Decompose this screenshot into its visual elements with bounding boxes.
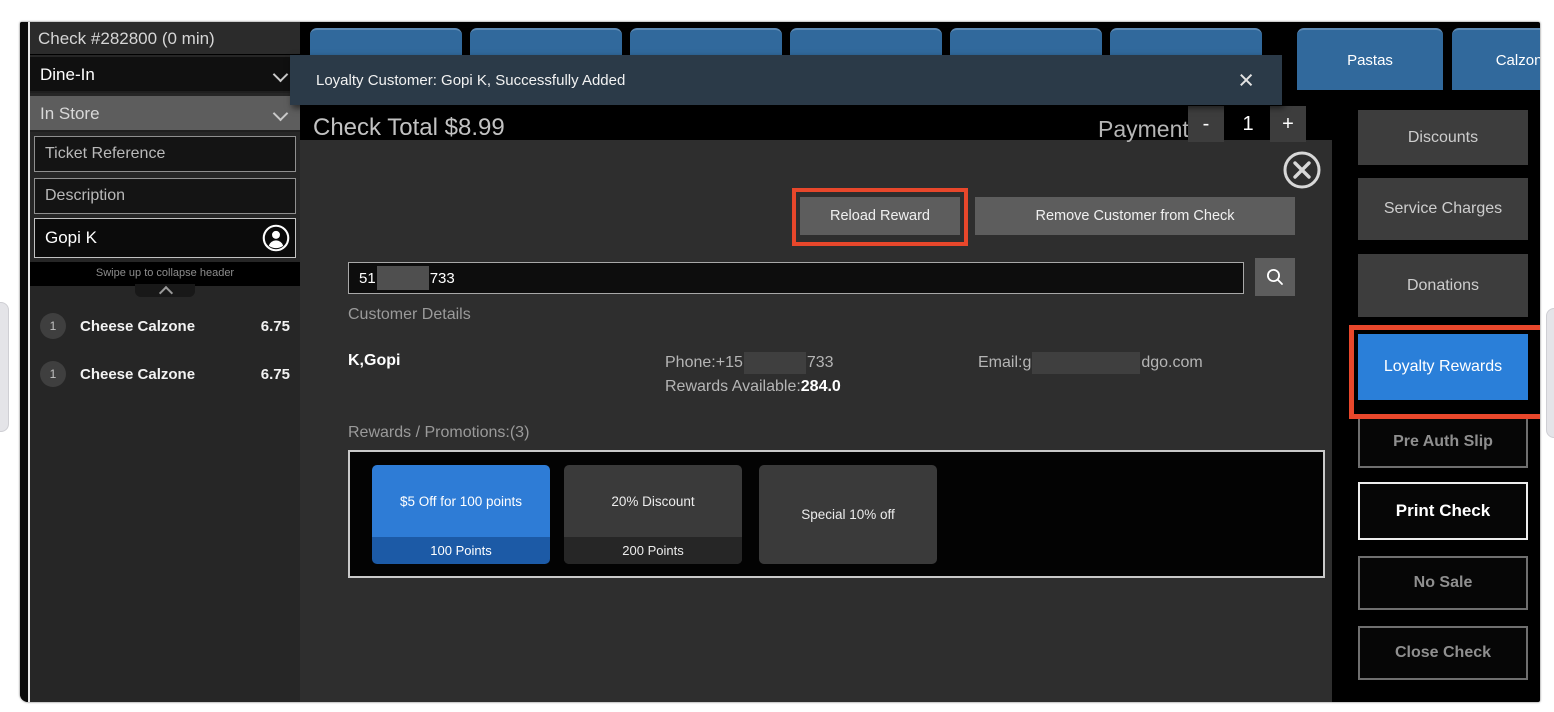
- search-button[interactable]: [1255, 258, 1295, 296]
- customer-phone: Phone:+15733: [665, 352, 834, 374]
- discounts-button[interactable]: Discounts: [1358, 110, 1528, 165]
- redaction: [377, 266, 429, 290]
- search-icon: [1265, 267, 1285, 287]
- order-item-list: 1 Cheese Calzone 6.751 Cheese Calzone 6.…: [30, 302, 300, 398]
- person-icon[interactable]: [262, 224, 290, 252]
- quantity-badge: 1: [40, 361, 66, 387]
- pre-auth-slip-button[interactable]: Pre Auth Slip: [1358, 416, 1528, 468]
- item-price: 6.75: [261, 366, 300, 383]
- check-number-header: Check #282800 (0 min): [30, 22, 300, 55]
- payments-minus-button[interactable]: -: [1188, 106, 1224, 142]
- check-total-amount: $8.99: [445, 114, 505, 141]
- pos-app-window: PastasCalzones Check #282800 (0 min) Din…: [20, 22, 1540, 702]
- remove-customer-button[interactable]: Remove Customer from Check: [975, 197, 1295, 235]
- toast-close-icon[interactable]: ×: [1210, 67, 1282, 94]
- redaction: [1032, 352, 1140, 374]
- menu-tab-calzones[interactable]: Calzones: [1452, 28, 1540, 90]
- collapse-header-hint: Swipe up to collapse header: [30, 262, 300, 286]
- edge-artifact-right: [1546, 308, 1554, 438]
- collapse-header-handle[interactable]: [135, 284, 195, 297]
- print-check-button[interactable]: Print Check: [1358, 482, 1528, 540]
- ticket-reference-input[interactable]: Ticket Reference: [34, 136, 296, 172]
- reward-card[interactable]: $5 Off for 100 points100 Points: [372, 465, 550, 564]
- order-item-row[interactable]: 1 Cheese Calzone 6.75: [30, 302, 300, 350]
- edge-artifact-left: [0, 302, 9, 432]
- reward-title: 20% Discount: [564, 465, 742, 537]
- menu-tab-pastas[interactable]: Pastas: [1297, 28, 1443, 90]
- rewards-list: $5 Off for 100 points100 Points20% Disco…: [348, 450, 1325, 578]
- order-item-row[interactable]: 1 Cheese Calzone 6.75: [30, 350, 300, 398]
- donations-button[interactable]: Donations: [1358, 254, 1528, 317]
- reward-points: 100 Points: [372, 537, 550, 564]
- customer-input[interactable]: Gopi K: [34, 218, 296, 258]
- check-total: Check Total $8.99: [313, 114, 505, 142]
- chevron-up-icon: [159, 286, 173, 300]
- reward-title: $5 Off for 100 points: [372, 465, 550, 537]
- customer-search-input[interactable]: 51733: [348, 262, 1244, 294]
- promotions-label: Rewards / Promotions:(3): [348, 424, 529, 442]
- description-input[interactable]: Description: [34, 178, 296, 214]
- customer-email: Email:gdgo.com: [978, 352, 1203, 374]
- close-panel-icon[interactable]: [1280, 148, 1324, 192]
- item-name: Cheese Calzone: [80, 318, 261, 335]
- customer-name: K,Gopi: [348, 352, 400, 370]
- redaction: [744, 352, 806, 374]
- loyalty-rewards-button[interactable]: Loyalty Rewards: [1358, 334, 1528, 400]
- order-type-dropdown[interactable]: Dine-In: [30, 57, 300, 93]
- rewards-available: Rewards Available:284.0: [665, 378, 841, 396]
- reward-title: Special 10% off: [759, 465, 937, 564]
- chevron-down-icon: [273, 67, 289, 83]
- close-check-button[interactable]: Close Check: [1358, 626, 1528, 680]
- payments-plus-button[interactable]: +: [1270, 106, 1306, 142]
- channel-dropdown[interactable]: In Store: [30, 96, 300, 132]
- payments-label: Payments: [1098, 116, 1200, 143]
- window-left-edge: [20, 22, 30, 702]
- check-sidebar: Check #282800 (0 min) Dine-In In Store T…: [30, 22, 300, 702]
- reload-reward-button[interactable]: Reload Reward: [800, 197, 960, 235]
- quantity-badge: 1: [40, 313, 66, 339]
- customer-details-label: Customer Details: [348, 306, 471, 324]
- reward-points: 200 Points: [564, 537, 742, 564]
- chevron-down-icon: [273, 106, 289, 122]
- item-name: Cheese Calzone: [80, 366, 261, 383]
- reward-card[interactable]: Special 10% off: [759, 465, 937, 564]
- toast-message: Loyalty Customer: Gopi K, Successfully A…: [290, 72, 1210, 89]
- no-sale-button[interactable]: No Sale: [1358, 556, 1528, 610]
- toast-notification: Loyalty Customer: Gopi K, Successfully A…: [290, 55, 1282, 105]
- payments-count: 1: [1230, 106, 1266, 142]
- service-charges-button[interactable]: Service Charges: [1358, 178, 1528, 240]
- reward-card[interactable]: 20% Discount200 Points: [564, 465, 742, 564]
- item-price: 6.75: [261, 318, 300, 335]
- loyalty-panel: Reload Reward Remove Customer from Check…: [300, 140, 1332, 702]
